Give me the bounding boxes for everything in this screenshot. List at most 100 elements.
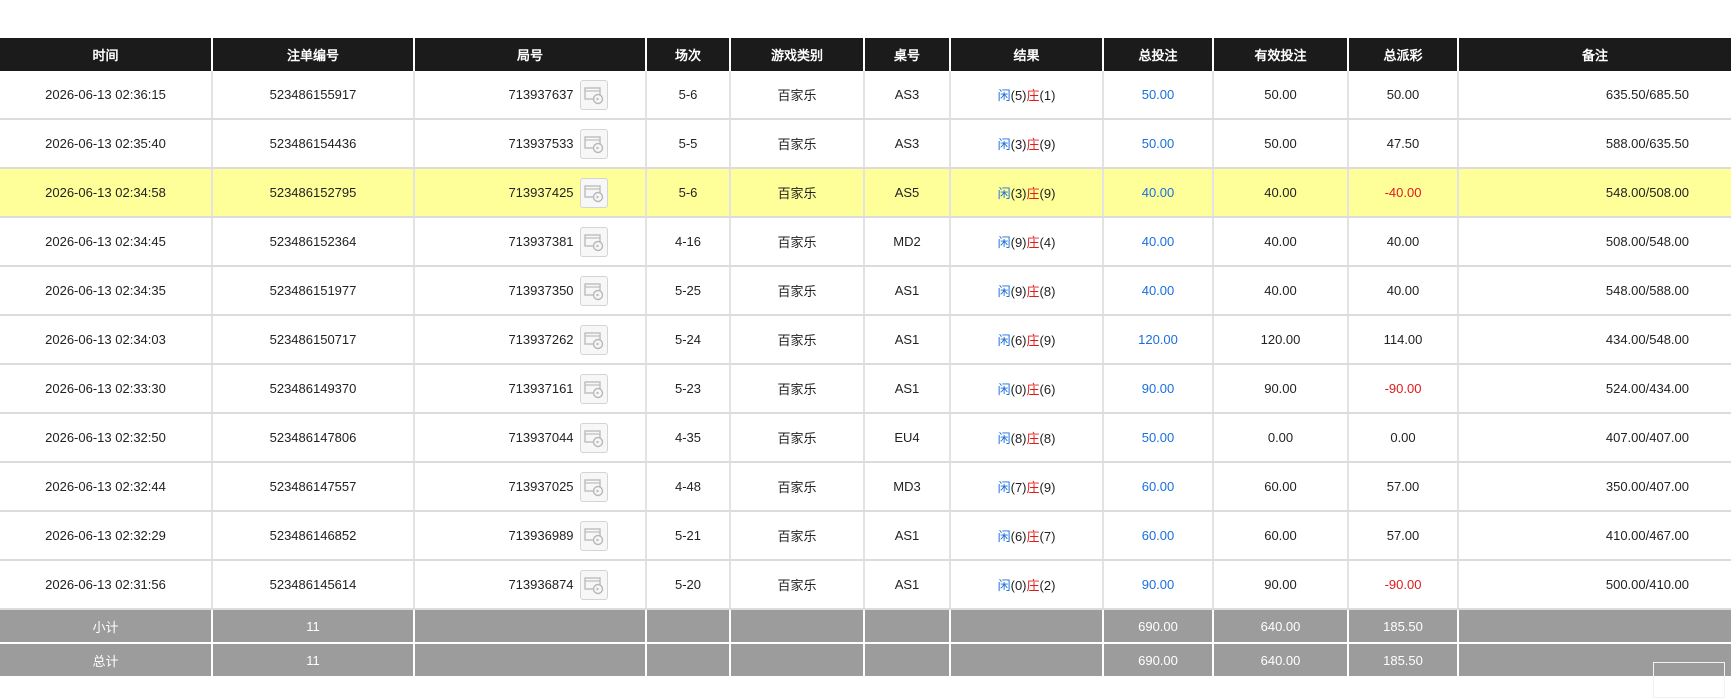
cell-valid-bet: 90.00 <box>1213 560 1349 610</box>
grand-total-valid-bet: 640.00 <box>1213 643 1349 678</box>
corner-watermark <box>1653 662 1725 698</box>
cell-total-bet: 40.00 <box>1103 168 1214 218</box>
cell-result: 闲(7)庄(9) <box>950 462 1104 512</box>
cell-shoe: 5-24 <box>646 315 731 365</box>
video-replay-icon[interactable] <box>579 177 608 208</box>
result-banker-label: 庄 <box>1026 382 1040 397</box>
result-player-label: 闲 <box>997 382 1011 397</box>
cell-game-type: 百家乐 <box>730 560 865 610</box>
video-replay-icon[interactable] <box>579 128 608 159</box>
result-player-label: 闲 <box>997 431 1011 446</box>
result-banker-label: 庄 <box>1026 578 1040 593</box>
cell-valid-bet: 40.00 <box>1213 217 1349 267</box>
col-header-shoe: 场次 <box>646 38 731 71</box>
cell-bet-no: 523486152364 <box>212 217 415 267</box>
col-header-remark: 备注 <box>1458 38 1731 71</box>
cell-result: 闲(3)庄(9) <box>950 168 1104 218</box>
cell-remark: 500.00/410.00 <box>1458 560 1731 610</box>
cell-valid-bet: 120.00 <box>1213 315 1349 365</box>
cell-shoe: 5-5 <box>646 119 731 169</box>
cell-game-type: 百家乐 <box>730 413 865 463</box>
cell-payout: 40.00 <box>1348 217 1459 267</box>
round-no-text: 713937533 <box>508 136 574 151</box>
table-footer: 小计 11 690.00 640.00 185.50 总计 11 690.00 … <box>0 609 1731 678</box>
table-row: 2026-06-13 02:32:50 523486147806 713937044… <box>0 413 1731 463</box>
cell-round-no: 713937425 <box>414 168 647 218</box>
cell-time: 2026-06-13 02:34:03 <box>0 315 213 365</box>
subtotal-payout: 185.50 <box>1348 609 1459 644</box>
cell-remark: 508.00/548.00 <box>1458 217 1731 267</box>
col-header-round-no: 局号 <box>414 38 647 71</box>
cell-shoe: 5-21 <box>646 511 731 561</box>
cell-round-no: 713937044 <box>414 413 647 463</box>
cell-valid-bet: 50.00 <box>1213 70 1349 120</box>
cell-game-type: 百家乐 <box>730 462 865 512</box>
cell-bet-no: 523486147806 <box>212 413 415 463</box>
result-banker-score: (8) <box>1039 284 1056 299</box>
cell-remark: 588.00/635.50 <box>1458 119 1731 169</box>
cell-remark: 407.00/407.00 <box>1458 413 1731 463</box>
video-replay-icon[interactable] <box>579 569 608 600</box>
grand-total-row: 总计 11 690.00 640.00 185.50 <box>0 643 1731 678</box>
cell-total-bet: 50.00 <box>1103 413 1214 463</box>
cell-bet-no: 523486146852 <box>212 511 415 561</box>
cell-result: 闲(0)庄(2) <box>950 560 1104 610</box>
result-player-score: (9) <box>1010 235 1027 250</box>
video-replay-icon[interactable] <box>579 422 608 453</box>
cell-table: AS3 <box>864 119 951 169</box>
video-replay-icon[interactable] <box>579 520 608 551</box>
cell-time: 2026-06-13 02:33:30 <box>0 364 213 414</box>
result-banker-label: 庄 <box>1026 186 1040 201</box>
result-player-label: 闲 <box>997 284 1011 299</box>
table-row: 2026-06-13 02:32:44 523486147557 713937025… <box>0 462 1731 512</box>
cell-bet-no: 523486151977 <box>212 266 415 316</box>
result-player-label: 闲 <box>997 578 1011 593</box>
cell-round-no: 713936989 <box>414 511 647 561</box>
bet-records-table: 时间 注单编号 局号 场次 游戏类别 桌号 结果 总投注 有效投注 总派彩 备注… <box>0 38 1731 678</box>
cell-bet-no: 523486149370 <box>212 364 415 414</box>
cell-total-bet: 90.00 <box>1103 364 1214 414</box>
result-player-score: (9) <box>1010 284 1027 299</box>
cell-table: AS1 <box>864 364 951 414</box>
cell-total-bet: 60.00 <box>1103 511 1214 561</box>
cell-result: 闲(9)庄(4) <box>950 217 1104 267</box>
subtotal-total-bet: 690.00 <box>1103 609 1214 644</box>
cell-payout: -90.00 <box>1348 364 1459 414</box>
result-player-label: 闲 <box>997 529 1011 544</box>
cell-game-type: 百家乐 <box>730 70 865 120</box>
cell-table: AS1 <box>864 266 951 316</box>
video-replay-icon[interactable] <box>579 373 608 404</box>
video-replay-icon[interactable] <box>579 275 608 306</box>
cell-bet-no: 523486155917 <box>212 70 415 120</box>
col-header-game-type: 游戏类别 <box>730 38 865 71</box>
col-header-bet-no: 注单编号 <box>212 38 415 71</box>
round-no-text: 713937025 <box>508 479 574 494</box>
cell-shoe: 5-6 <box>646 168 731 218</box>
table-row: 2026-06-13 02:31:56 523486145614 713936874… <box>0 560 1731 610</box>
cell-payout: 57.00 <box>1348 511 1459 561</box>
cell-round-no: 713937025 <box>414 462 647 512</box>
cell-time: 2026-06-13 02:36:15 <box>0 70 213 120</box>
cell-table: MD3 <box>864 462 951 512</box>
cell-game-type: 百家乐 <box>730 511 865 561</box>
cell-round-no: 713937161 <box>414 364 647 414</box>
cell-payout: 0.00 <box>1348 413 1459 463</box>
cell-result: 闲(9)庄(8) <box>950 266 1104 316</box>
cell-shoe: 4-16 <box>646 217 731 267</box>
cell-shoe: 4-48 <box>646 462 731 512</box>
video-replay-icon[interactable] <box>579 79 608 110</box>
cell-result: 闲(8)庄(8) <box>950 413 1104 463</box>
col-header-total-bet: 总投注 <box>1103 38 1214 71</box>
video-replay-icon[interactable] <box>579 226 608 257</box>
result-player-score: (6) <box>1010 529 1027 544</box>
video-replay-icon[interactable] <box>579 471 608 502</box>
result-banker-score: (4) <box>1039 235 1056 250</box>
cell-valid-bet: 40.00 <box>1213 266 1349 316</box>
video-replay-icon[interactable] <box>579 324 608 355</box>
round-no-text: 713937161 <box>508 381 574 396</box>
cell-game-type: 百家乐 <box>730 315 865 365</box>
cell-round-no: 713936874 <box>414 560 647 610</box>
cell-payout: 40.00 <box>1348 266 1459 316</box>
cell-payout: 47.50 <box>1348 119 1459 169</box>
cell-valid-bet: 90.00 <box>1213 364 1349 414</box>
